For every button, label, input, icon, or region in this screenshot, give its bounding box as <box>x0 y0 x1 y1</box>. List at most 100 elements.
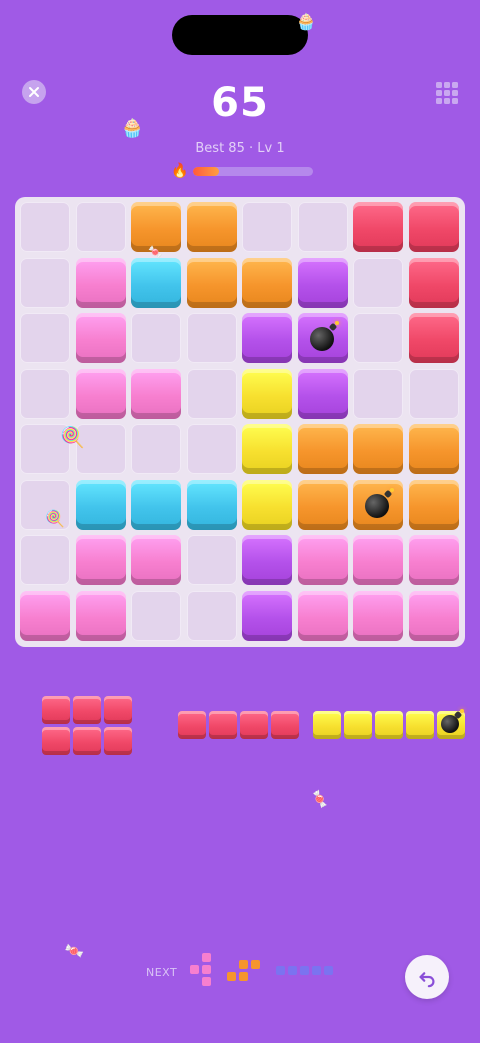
blue-block[interactable] <box>75 479 126 530</box>
next-piece-block <box>202 965 211 974</box>
fire-icon: 🔥 <box>171 163 189 179</box>
pink-block[interactable] <box>131 368 181 419</box>
orange-block[interactable] <box>408 479 459 530</box>
next-piece-block <box>251 960 260 969</box>
empty-cell[interactable] <box>186 424 237 474</box>
empty-cell[interactable] <box>353 368 403 419</box>
empty-cell[interactable] <box>408 368 459 419</box>
pink-block[interactable] <box>353 535 403 585</box>
red-piece-block <box>178 711 206 739</box>
pink-block[interactable] <box>20 590 70 641</box>
camera-notch <box>172 15 308 55</box>
red-piece-block <box>240 711 268 739</box>
yellow-block[interactable] <box>242 424 292 474</box>
cupcake-decoration: 🧁 <box>121 118 144 139</box>
pink-block[interactable] <box>408 535 459 585</box>
empty-cell[interactable] <box>20 202 70 252</box>
red-piece-block <box>73 727 101 755</box>
yellow-piece-block <box>406 711 434 739</box>
empty-cell[interactable] <box>297 202 348 252</box>
next-piece-block <box>300 966 309 975</box>
pink-block[interactable] <box>75 257 126 308</box>
empty-cell[interactable] <box>186 590 237 641</box>
yellow-piece-block <box>313 711 341 739</box>
red-block[interactable] <box>353 202 403 252</box>
empty-cell[interactable] <box>186 368 237 419</box>
red-piece-block <box>271 711 299 739</box>
next-piece-block <box>202 953 211 962</box>
orange-block[interactable] <box>186 202 237 252</box>
pink-block[interactable] <box>353 590 403 641</box>
pink-block[interactable] <box>297 535 348 585</box>
game-board[interactable]: 🍭 🍭 🍬 <box>15 197 465 647</box>
next-piece-block <box>288 966 297 975</box>
red-block[interactable] <box>408 202 459 252</box>
pink-block[interactable] <box>408 590 459 641</box>
empty-cell[interactable] <box>20 257 70 308</box>
blue-block[interactable] <box>186 479 237 530</box>
orange-block[interactable] <box>408 424 459 474</box>
orange-block[interactable] <box>186 257 237 308</box>
orange-block[interactable] <box>353 424 403 474</box>
yellow-piece-block <box>375 711 403 739</box>
empty-cell[interactable] <box>131 313 181 363</box>
pink-block[interactable] <box>75 313 126 363</box>
red-piece-block <box>104 727 132 755</box>
blue-block[interactable] <box>131 257 181 308</box>
candy-decoration: 🍬 <box>148 245 163 259</box>
next-piece-block <box>276 966 285 975</box>
purple-block[interactable] <box>297 368 348 419</box>
lollipop-decoration: 🍭 <box>60 425 85 449</box>
empty-cell[interactable] <box>353 313 403 363</box>
empty-cell[interactable] <box>20 313 70 363</box>
empty-cell[interactable] <box>131 590 181 641</box>
empty-cell[interactable] <box>75 202 126 252</box>
purple-block[interactable] <box>297 313 348 363</box>
score: 65 <box>211 80 269 126</box>
next-piece-block <box>202 977 211 986</box>
next-piece-block <box>190 965 199 974</box>
undo-button[interactable] <box>405 955 449 999</box>
pink-block[interactable] <box>75 590 126 641</box>
purple-block[interactable] <box>242 590 292 641</box>
next-label: NEXT <box>146 966 178 979</box>
yellow-block[interactable] <box>242 368 292 419</box>
next-piece-block <box>312 966 321 975</box>
pink-block[interactable] <box>75 368 126 419</box>
lollipop-decoration: 🍭 <box>45 509 65 528</box>
streak-bar-fill <box>193 167 220 176</box>
red-piece-block <box>209 711 237 739</box>
purple-block[interactable] <box>242 535 292 585</box>
empty-cell[interactable] <box>131 424 181 474</box>
red-block[interactable] <box>408 313 459 363</box>
orange-block[interactable] <box>353 479 403 530</box>
candy-decoration: 🍬 <box>308 787 333 811</box>
undo-icon <box>419 972 435 988</box>
pink-block[interactable] <box>297 590 348 641</box>
streak-bar <box>193 167 313 176</box>
empty-cell[interactable] <box>186 535 237 585</box>
orange-block[interactable] <box>297 424 348 474</box>
next-piece-block <box>324 966 333 975</box>
yellow-block[interactable] <box>242 479 292 530</box>
red-block[interactable] <box>408 257 459 308</box>
orange-block[interactable] <box>297 479 348 530</box>
best-and-level: Best 85 · Lv 1 <box>195 141 285 156</box>
red-piece-block <box>42 696 70 724</box>
red-piece-block <box>42 727 70 755</box>
empty-cell[interactable] <box>186 313 237 363</box>
candy-decoration: 🍬 <box>62 939 86 963</box>
empty-cell[interactable] <box>242 202 292 252</box>
pink-block[interactable] <box>131 535 181 585</box>
bomb-icon <box>441 709 464 733</box>
empty-cell[interactable] <box>20 368 70 419</box>
orange-block[interactable] <box>242 257 292 308</box>
empty-cell[interactable] <box>20 535 70 585</box>
empty-cell[interactable] <box>353 257 403 308</box>
bomb-icon <box>309 321 339 351</box>
purple-block[interactable] <box>297 257 348 308</box>
next-piece-block <box>239 960 248 969</box>
blue-block[interactable] <box>131 479 181 530</box>
pink-block[interactable] <box>75 535 126 585</box>
purple-block[interactable] <box>242 313 292 363</box>
